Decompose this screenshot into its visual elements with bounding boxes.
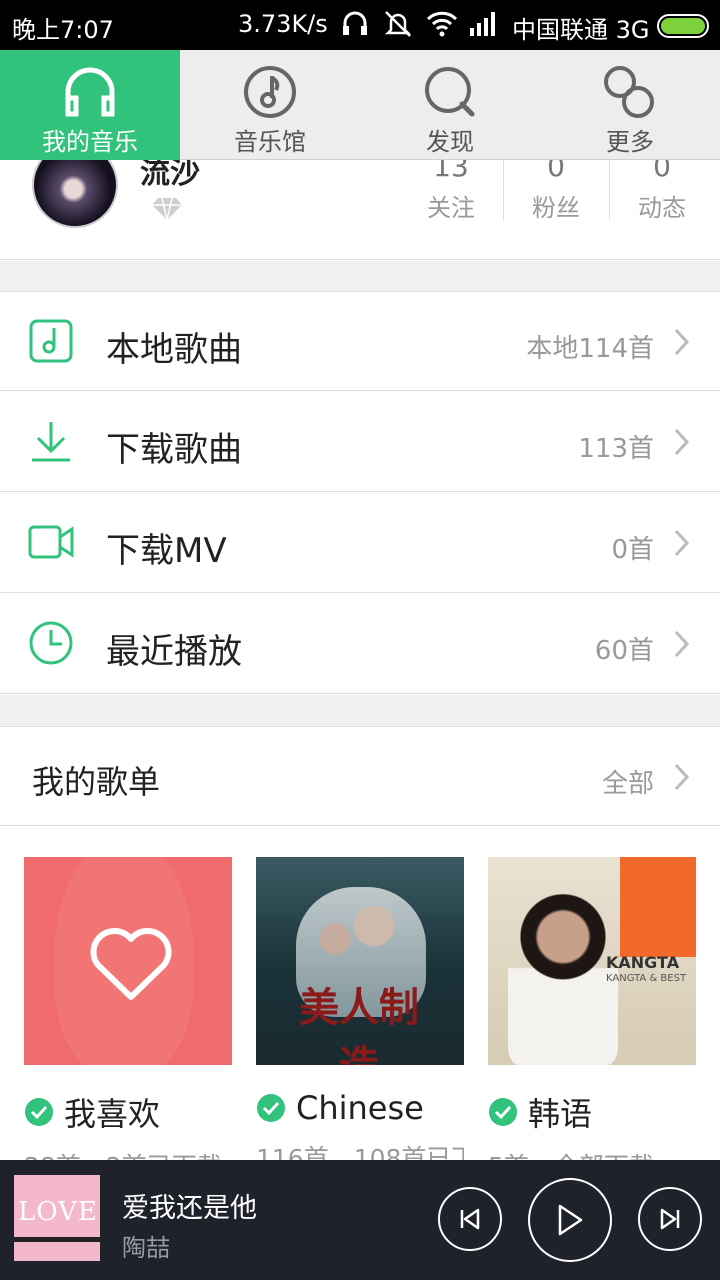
next-button[interactable] (638, 1187, 702, 1251)
battery-icon (657, 14, 709, 38)
signal-icon (468, 8, 500, 44)
row-count: 本地114首 (526, 334, 654, 364)
play-button[interactable] (528, 1178, 612, 1262)
tab-music-hall[interactable]: 音乐馆 (180, 50, 360, 160)
stat-label: 粉丝 (532, 194, 580, 222)
cover-title: 美人制造 (299, 984, 419, 1065)
status-net-speed: 3.73K/s (238, 10, 328, 38)
section-title: 我的歌单 (32, 763, 161, 801)
tab-discover[interactable]: 发现 (360, 50, 540, 160)
row-count: 113首 (578, 434, 654, 464)
row-count: 0首 (611, 535, 654, 565)
video-icon (28, 519, 74, 569)
mini-player[interactable]: LOVE 爱我还是他 陶喆 (0, 1160, 720, 1280)
playlist-subtitle: 116首，108首已下载 (256, 1144, 464, 1160)
chevron-right-icon (674, 529, 690, 561)
tab-label: 更多 (606, 128, 654, 156)
my-playlists-header[interactable]: 我的歌单 全部 (0, 726, 720, 826)
stat-value: 0 (547, 160, 565, 183)
previous-icon (460, 1208, 480, 1230)
mute-icon (382, 8, 414, 46)
song-artist: 陶喆 (122, 1234, 170, 1262)
playlist-cover[interactable]: 美人制造 (256, 857, 464, 1065)
row-downloaded-songs[interactable]: 下载歌曲 113首 (0, 392, 720, 492)
playlist-title: 我喜欢 (24, 1089, 232, 1135)
playlist-name: 韩语 (528, 1095, 593, 1133)
diamond-icon[interactable] (150, 196, 184, 226)
section-gap (0, 695, 720, 726)
local-music-icon (28, 318, 74, 368)
playlist-favorites[interactable]: 我喜欢 28首，2首已下载 (24, 857, 232, 1160)
stat-label: 关注 (427, 194, 475, 222)
avatar[interactable] (32, 160, 118, 228)
row-label: 最近播放 (106, 632, 242, 672)
status-carrier: 中国联通 3G (512, 16, 650, 44)
headphones-icon (340, 8, 370, 44)
row-label: 本地歌曲 (106, 330, 242, 370)
playlist-grid: 我喜欢 28首，2首已下载 美人制造 Chinese 116首，108首已下载 … (0, 827, 720, 1160)
playlist-chinese[interactable]: 美人制造 Chinese 116首，108首已下载 (256, 857, 464, 1160)
profile-card: 流沙 13 关注 0 粉丝 0 动态 (0, 160, 720, 260)
previous-button[interactable] (438, 1187, 502, 1251)
next-icon (660, 1208, 680, 1230)
row-local-songs[interactable]: 本地歌曲 本地114首 (0, 291, 720, 391)
cover-brand: KANGTA (606, 953, 680, 972)
playlist-cover[interactable]: KANGTA KANGTA & BEST (488, 857, 696, 1065)
chevron-right-icon (674, 328, 690, 360)
tab-label: 我的音乐 (42, 128, 138, 156)
row-recently-played[interactable]: 最近播放 60首 (0, 594, 720, 694)
cover-brand-sub: KANGTA & BEST (606, 973, 687, 984)
check-circle-icon (257, 1094, 285, 1122)
album-art[interactable]: LOVE (14, 1175, 100, 1261)
stat-value: 0 (653, 160, 671, 183)
stat-value: 13 (433, 160, 469, 183)
album-art-text: LOVE (18, 1197, 98, 1227)
tab-more[interactable]: 更多 (540, 50, 720, 160)
check-circle-icon (25, 1098, 53, 1126)
stat-label: 动态 (638, 194, 686, 222)
stat-following[interactable]: 13 关注 (399, 160, 503, 223)
playlist-korean[interactable]: KANGTA KANGTA & BEST 韩语 5首，全部下载 (488, 857, 696, 1160)
playlist-subtitle: 5首，全部下载 (488, 1147, 696, 1160)
tab-label: 发现 (426, 128, 474, 156)
clock-icon (28, 620, 74, 670)
song-title: 爱我还是他 (122, 1193, 257, 1224)
playlist-title: Chinese (256, 1089, 464, 1127)
wifi-icon (425, 8, 459, 44)
status-bar: 晚上7:07 3.73K/s 中国联通 3G (0, 0, 720, 50)
view-all-link[interactable]: 全部 (602, 763, 654, 800)
stat-feeds[interactable]: 0 动态 (610, 160, 714, 223)
row-label: 下载歌曲 (106, 430, 242, 470)
stat-fans[interactable]: 0 粉丝 (504, 160, 608, 223)
play-icon (558, 1204, 583, 1236)
chevron-right-icon (674, 763, 690, 795)
username[interactable]: 流沙 (140, 160, 200, 192)
playlist-subtitle: 28首，2首已下载 (24, 1147, 232, 1160)
tab-bar: 我的音乐 音乐馆 发现 更多 (0, 50, 720, 160)
chevron-right-icon (674, 630, 690, 662)
row-count: 60首 (594, 636, 654, 666)
row-downloaded-mv[interactable]: 下载MV 0首 (0, 493, 720, 593)
row-label: 下载MV (106, 531, 227, 571)
tab-my-music[interactable]: 我的音乐 (0, 50, 180, 160)
playlist-name: 我喜欢 (64, 1095, 161, 1133)
check-circle-icon (489, 1098, 517, 1126)
playlist-name: Chinese (296, 1089, 424, 1127)
status-time: 晚上7:07 (12, 16, 114, 44)
playlist-title: 韩语 (488, 1089, 696, 1135)
section-gap (0, 261, 720, 291)
download-icon (28, 418, 74, 468)
chevron-right-icon (674, 428, 690, 460)
playlist-cover[interactable] (24, 857, 232, 1065)
tab-label: 音乐馆 (234, 128, 306, 156)
